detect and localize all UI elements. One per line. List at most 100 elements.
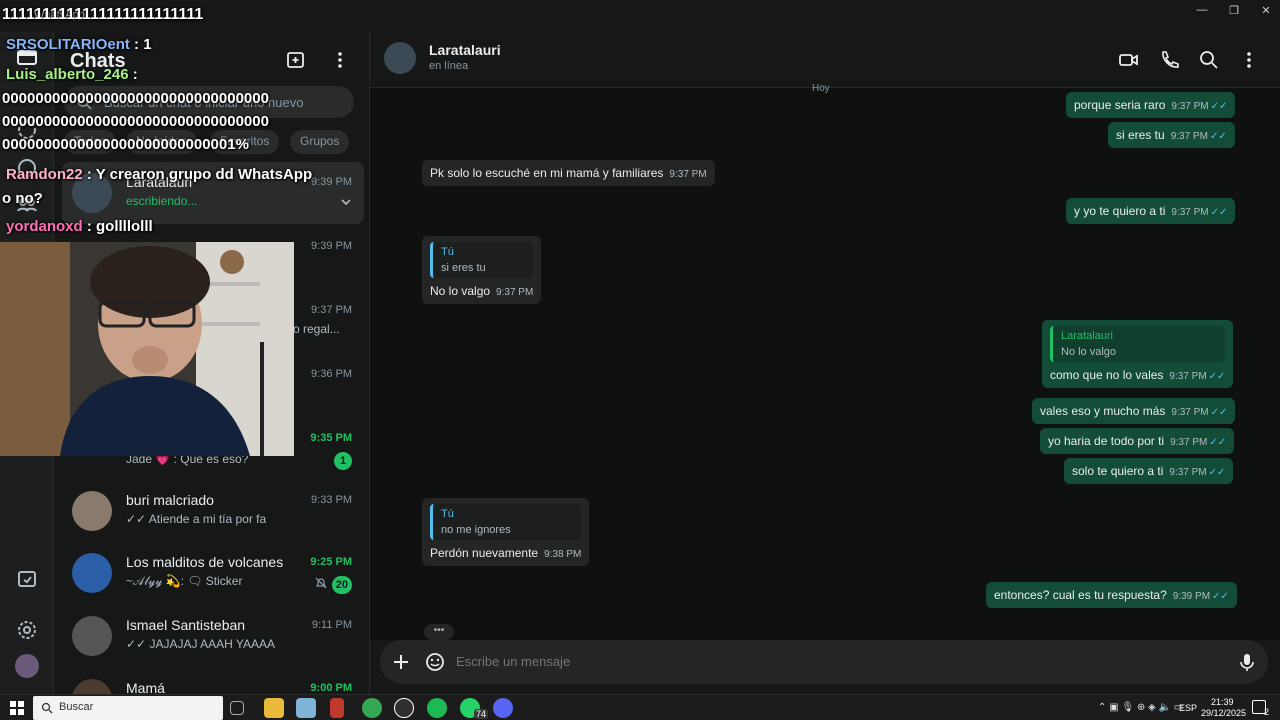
chat-item-ismael-santisteban[interactable]: Ismael Santisteban ✓✓ JAJAJAJ AAAH YAAAA… — [62, 605, 364, 667]
muted-bell-icon — [315, 577, 327, 589]
chevron-down-icon[interactable] — [340, 196, 352, 208]
message-text: si eres tu — [1116, 128, 1165, 142]
message-incoming-reply[interactable]: Tú no me ignores Perdón nuevamente 9:38 P… — [422, 498, 590, 566]
read-ticks-icon: ✓✓ — [1210, 407, 1228, 418]
task-view-icon[interactable] — [230, 701, 244, 715]
chat-time: 9:39 PM — [311, 176, 352, 188]
typing-indicator: ••• — [424, 624, 454, 640]
chat-time: 9:39 PM — [311, 240, 352, 252]
message-outgoing[interactable]: si eres tu 9:37 PM ✓✓ — [1108, 122, 1235, 148]
overlay-text: : 1 — [129, 36, 152, 53]
search-icon[interactable] — [1198, 49, 1220, 71]
windows-start-icon[interactable] — [10, 701, 24, 715]
microphone-icon[interactable] — [1236, 651, 1258, 673]
overlay-username: Ramdon22 — [6, 166, 83, 183]
message-time: 9:37 PM — [1170, 437, 1208, 448]
archived-icon[interactable] — [15, 567, 39, 591]
message-outgoing[interactable]: vales eso y mucho más 9:37 PM ✓✓ — [1032, 398, 1236, 424]
read-ticks-icon: ✓✓ — [1212, 591, 1229, 602]
tray-icons[interactable]: ⌃ ▣ 🎙 ⊕ ◈ 🔈 ▭ — [1098, 702, 1183, 713]
chat-item-mama[interactable]: Mamá 9:00 PM — [62, 668, 364, 694]
input-language[interactable]: ESP — [1179, 703, 1197, 713]
message-outgoing[interactable]: solo te quiero a ti 9:37 PM ✓✓ — [1064, 458, 1234, 484]
settings-icon[interactable] — [15, 618, 39, 642]
quote-text: No lo valgo — [1061, 346, 1117, 358]
message-incoming[interactable]: Pk solo lo escuché en mi mamá y familiar… — [422, 160, 715, 186]
notes-app-icon[interactable] — [296, 698, 316, 718]
message-outgoing[interactable]: y yo te quiero a ti 9:37 PM ✓✓ — [1066, 198, 1236, 224]
minimize-button[interactable]: — — [1190, 4, 1214, 20]
chat-time: 9:11 PM — [311, 619, 352, 631]
overlay-username: Luis_alberto_246 — [6, 66, 129, 83]
avatar — [72, 553, 112, 593]
avatar — [72, 616, 112, 656]
overlay-message: yordanoxd : gollllolll — [6, 218, 153, 235]
taskbar-search[interactable]: Buscar — [33, 696, 223, 720]
message-time: 9:37 PM — [1169, 371, 1207, 382]
file-explorer-icon[interactable] — [264, 698, 284, 718]
menu-icon[interactable] — [330, 50, 350, 70]
maximize-button[interactable]: ❐ — [1222, 4, 1246, 20]
contact-avatar[interactable] — [384, 42, 416, 74]
overlay-text: o no? — [2, 190, 43, 207]
chat-preview: escribiendo... — [126, 194, 198, 208]
message-text: porque seria raro — [1074, 98, 1166, 112]
chrome-icon[interactable] — [362, 698, 382, 718]
message-input[interactable] — [456, 654, 1156, 669]
chat-preview: ✓✓ JAJAJAJ AAAH YAAAA — [126, 637, 276, 651]
message-outgoing[interactable]: porque seria raro 9:37 PM ✓✓ — [1066, 92, 1236, 118]
chat-item-los-malditos-de-volcanes[interactable]: Los malditos de volcanes ~𝒜𝓁𝓎𝓎 💫: 🗨 Stic… — [62, 542, 364, 604]
message-time: 9:37 PM — [1169, 467, 1207, 478]
app-icon[interactable] — [330, 698, 344, 718]
menu-icon[interactable] — [1238, 49, 1260, 71]
sticker-emoji-icon[interactable] — [424, 651, 446, 673]
discord-icon[interactable] — [493, 698, 513, 718]
message-outgoing[interactable]: entonces? cual es tu respuesta? 9:39 PM ✓✓ — [986, 582, 1237, 608]
message-incoming-reply[interactable]: Tú si eres tu No lo valgo 9:37 PM — [422, 236, 542, 304]
overlay-message: SRSOLITARIOent : 1 — [6, 36, 152, 53]
message-time: 9:37 PM — [496, 287, 534, 298]
quoted-message[interactable]: Tú si eres tu — [430, 242, 534, 278]
avatar — [72, 491, 112, 531]
chat-name: Los malditos de volcanes — [126, 554, 284, 570]
conversation-panel: Laratalauri en línea Hoy porque seria ra… — [370, 32, 1280, 694]
read-ticks-icon: ✓✓ — [1208, 371, 1226, 382]
message-outgoing[interactable]: yo haria de todo por ti 9:37 PM ✓✓ — [1040, 428, 1235, 454]
conversation-header[interactable]: Laratalauri en línea — [370, 32, 1280, 88]
message-time: 9:38 PM — [544, 549, 582, 560]
message-text: y yo te quiero a ti — [1074, 204, 1166, 218]
filter-grupos[interactable]: Grupos — [290, 130, 350, 154]
overlay-message: Ramdon22 : Y crearon grupo dd WhatsApp — [6, 166, 312, 183]
chat-name: Mamá — [126, 680, 165, 694]
new-chat-icon[interactable] — [286, 50, 306, 70]
spotify-icon[interactable] — [427, 698, 447, 718]
taskbar-search-label: Buscar — [59, 701, 94, 713]
overlay-message: 00000000000000000000000000000000 — [2, 113, 269, 130]
search-icon — [41, 702, 53, 714]
obs-icon[interactable] — [394, 698, 414, 718]
read-ticks-icon: ✓✓ — [1209, 437, 1227, 448]
voice-call-icon[interactable] — [1158, 49, 1180, 71]
overlay-text: : Y crearon grupo dd WhatsApp — [82, 166, 313, 183]
webcam-feed — [0, 242, 294, 456]
message-text: vales eso y mucho más — [1040, 404, 1166, 418]
chat-preview: o regal... — [293, 322, 340, 336]
chat-item-buri-malcriado[interactable]: buri malcriado ✓✓ Atiende a mi tía por f… — [62, 480, 364, 542]
contact-name[interactable]: Laratalauri — [429, 42, 501, 58]
clock-date[interactable]: 29/12/2025 — [1201, 708, 1246, 718]
profile-avatar[interactable] — [15, 654, 39, 678]
notification-count: 2 — [1264, 707, 1270, 717]
close-button[interactable]: ✕ — [1254, 4, 1278, 20]
clock-time[interactable]: 21:39 — [1211, 697, 1234, 707]
quoted-message[interactable]: Laratalauri No lo valgo — [1050, 326, 1226, 362]
message-text: Perdón nuevamente — [430, 546, 539, 560]
message-time: 9:39 PM — [1172, 591, 1211, 602]
quoted-message[interactable]: Tú no me ignores — [430, 504, 582, 540]
attach-plus-icon[interactable] — [390, 651, 412, 673]
video-call-icon[interactable] — [1118, 49, 1140, 71]
whatsapp-window: WhatsApp — ❐ ✕ Chats Buscar un chat o in… — [0, 0, 1280, 720]
avatar — [72, 679, 112, 694]
unread-badge: 1 — [334, 452, 352, 470]
message-outgoing-reply[interactable]: Laratalauri No lo valgo como que no lo v… — [1042, 320, 1234, 388]
overlay-text: : — [128, 66, 138, 83]
